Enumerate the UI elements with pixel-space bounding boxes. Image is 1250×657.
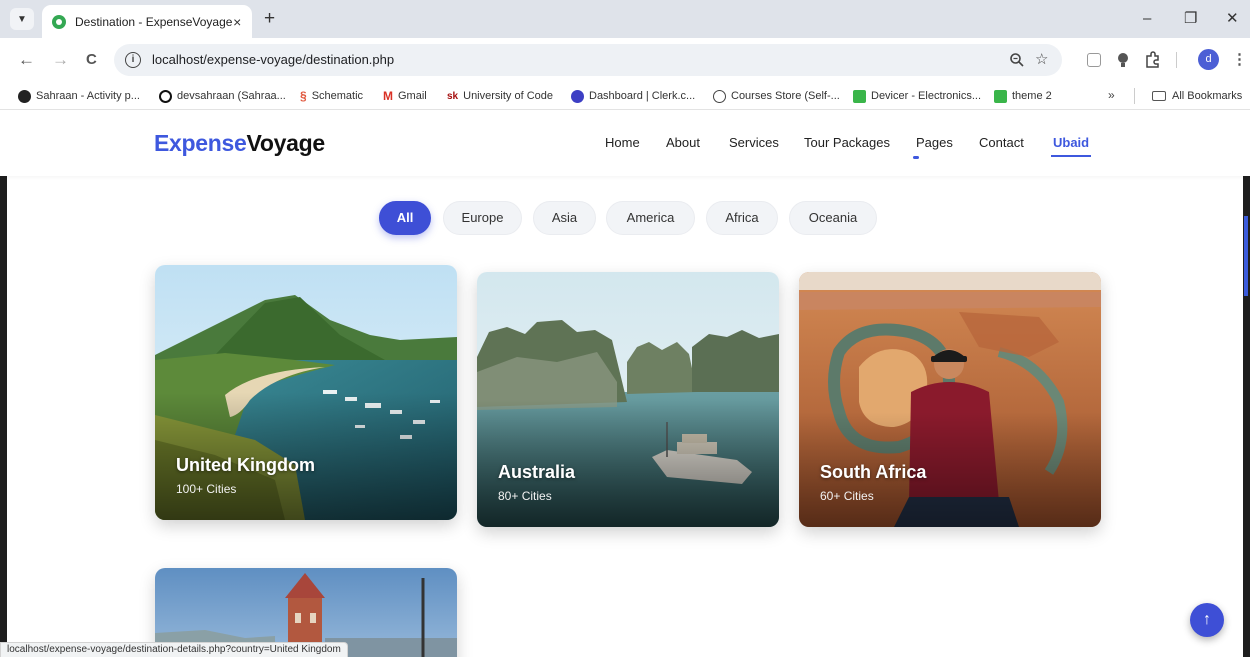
active-tab[interactable]: Destination - ExpenseVoyage × [42,5,252,38]
bookmark-item[interactable]: Dashboard | Clerk.c... [571,87,695,105]
destination-name: South Africa [820,462,927,482]
bookmark-label: theme 2 [1012,90,1052,102]
lightbulb-icon[interactable] [1116,52,1130,69]
logo-part-voyage: Voyage [246,130,326,156]
destination-cities: 100+ Cities [176,482,237,496]
bookmark-label: Devicer - Electronics... [871,90,982,102]
bookmark-favicon-icon [18,89,31,103]
profile-avatar[interactable]: d [1198,49,1219,70]
status-bar-link-preview: localhost/expense-voyage/destination-det… [0,642,348,657]
back-button[interactable]: ← [18,50,35,70]
bookmark-item[interactable]: § Schematic [300,87,363,105]
bookmark-label: Schematic [311,90,364,102]
bookmarks-bar: Sahraan - Activity p... devsahraan (Sahr… [0,82,1250,110]
page-edge [0,176,7,657]
filter-all[interactable]: All [379,201,431,235]
destination-cities: 60+ Cities [820,489,874,503]
nav-home[interactable]: Home [605,135,640,150]
filter-asia[interactable]: Asia [533,201,596,235]
destination-card[interactable]: United Kingdom 100+ Cities [155,265,457,520]
nav-pages[interactable]: Pages [916,135,953,150]
zoom-icon[interactable] [1009,52,1025,68]
toolbar-divider [1176,52,1177,68]
tab-title: Destination - ExpenseVoyage [75,14,233,29]
github-icon [159,89,172,103]
filter-oceania[interactable]: Oceania [789,201,877,235]
tab-strip: ▼ Destination - ExpenseVoyage × + – ❐ ✕ [0,0,1250,38]
bookmark-item[interactable]: Courses Store (Self-... [713,87,840,105]
url-text[interactable]: localhost/expense-voyage/destination.php [152,52,394,67]
courses-icon [713,89,726,103]
minimize-button[interactable]: – [1143,9,1151,29]
browser-window: ▼ Destination - ExpenseVoyage × + – ❐ ✕ … [0,0,1250,657]
nav-contact[interactable]: Contact [979,135,1024,150]
filter-africa[interactable]: Africa [706,201,778,235]
site-navbar: ExpenseVoyage Home About Services Tour P… [0,110,1250,176]
close-window-button[interactable]: ✕ [1226,9,1239,29]
nav-user[interactable]: Ubaid [1050,135,1092,157]
site-info-icon[interactable]: i [125,52,141,68]
destination-card[interactable]: Australia 80+ Cities [477,272,779,527]
bookmarks-divider [1134,88,1135,104]
bookmark-label: Dashboard | Clerk.c... [589,90,696,102]
address-bar[interactable]: i localhost/expense-voyage/destination.p… [114,44,1062,76]
site-logo[interactable]: ExpenseVoyage [154,130,325,157]
tab-search-button[interactable]: ▼ [10,8,34,30]
bookmark-item[interactable]: theme 2 [994,87,1052,105]
destination-name: United Kingdom [176,455,315,475]
bookmark-star-icon[interactable]: ☆ [1035,50,1048,68]
page-content: ExpenseVoyage Home About Services Tour P… [0,110,1250,657]
site-favicon-icon [52,14,66,29]
bookmark-label: Courses Store (Self-... [731,90,840,102]
clerk-icon [571,89,584,103]
all-bookmarks-label: All Bookmarks [1172,90,1243,102]
folder-icon [1152,91,1166,101]
browser-menu-icon[interactable]: ⋮ [1232,50,1247,70]
nav-about[interactable]: About [666,135,700,150]
filter-europe[interactable]: Europe [443,201,522,235]
bookmark-label: Sahraan - Activity p... [36,90,140,102]
bookmark-label: Gmail [398,90,427,102]
restore-button[interactable]: ❐ [1184,9,1197,29]
devicer-icon [853,89,866,103]
tab-close-icon[interactable]: × [232,14,242,30]
extensions-puzzle-icon[interactable] [1144,51,1161,68]
page-scrollbar[interactable] [1243,176,1250,657]
new-tab-button[interactable]: + [264,9,275,29]
bookmark-item[interactable]: devsahraan (Sahraa... [159,87,286,105]
bookmark-item[interactable]: M Gmail [383,87,427,105]
university-icon: sk [447,90,459,102]
nav-pages-indicator [913,156,919,159]
destination-cities: 80+ Cities [498,489,552,503]
bookmarks-overflow-icon[interactable]: » [1108,88,1115,102]
logo-part-expense: Expense [154,130,247,156]
bookmark-item[interactable]: Devicer - Electronics... [853,87,981,105]
forward-button[interactable]: → [52,50,69,70]
nav-services[interactable]: Services [729,135,779,150]
arrow-up-icon: ↑ [1203,611,1211,628]
destination-name: Australia [498,462,576,482]
reload-button[interactable]: C [86,50,97,70]
scroll-to-top-button[interactable]: ↑ [1190,603,1224,637]
gmail-icon: M [383,89,393,103]
schematic-icon: § [300,89,307,103]
all-bookmarks-button[interactable]: All Bookmarks [1152,87,1242,105]
bookmark-label: devsahraan (Sahraa... [177,90,286,102]
theme-icon [994,89,1007,103]
filter-america[interactable]: America [606,201,695,235]
nav-tour-packages[interactable]: Tour Packages [804,135,890,150]
extension-icon[interactable] [1087,53,1101,67]
bookmark-label: University of Code [463,90,553,102]
destination-card[interactable]: South Africa 60+ Cities [799,272,1101,527]
bookmark-item[interactable]: sk University of Code [447,87,553,105]
browser-toolbar: ← → C i localhost/expense-voyage/destina… [0,38,1250,82]
bookmark-item[interactable]: Sahraan - Activity p... [18,87,140,105]
